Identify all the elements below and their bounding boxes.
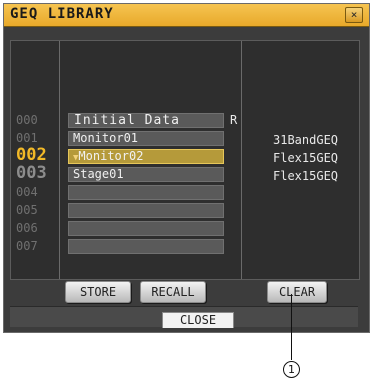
row-number: 003 — [16, 163, 47, 183]
recall-button[interactable]: RECALL — [140, 281, 206, 303]
library-slot-name[interactable] — [68, 239, 224, 254]
slot-name-text: Monitor02 — [78, 149, 144, 163]
library-slot-name[interactable]: Initial Data — [68, 113, 224, 128]
row-number: 004 — [16, 185, 38, 199]
library-slot-name[interactable]: Monitor01 — [68, 131, 224, 146]
column-divider-number — [59, 41, 60, 279]
geq-type-label: 31BandGEQ — [273, 133, 339, 147]
geq-type-label: Flex15GEQ — [273, 169, 339, 183]
clear-button[interactable]: CLEAR — [267, 281, 327, 303]
library-slot-name-selected[interactable]: ▼Monitor02 — [68, 149, 224, 164]
row-number: 005 — [16, 203, 38, 217]
library-slot-name[interactable] — [68, 203, 224, 218]
column-divider-type — [241, 41, 242, 279]
row-number: 001 — [16, 131, 38, 145]
library-slot-name[interactable] — [68, 185, 224, 200]
row-number: 000 — [16, 113, 38, 127]
close-button[interactable]: CLOSE — [162, 312, 234, 328]
close-window-icon[interactable]: × — [345, 7, 363, 23]
callout-leader-line — [291, 294, 292, 360]
library-list-panel: 000 Initial Data R 001 Monitor01 31BandG… — [10, 40, 360, 280]
callout-number-1: 1 — [283, 361, 300, 378]
row-number-current: 002 — [16, 145, 47, 165]
store-button[interactable]: STORE — [65, 281, 131, 303]
row-number: 007 — [16, 239, 38, 253]
library-slot-name[interactable]: Stage01 — [68, 167, 224, 182]
close-bar: CLOSE — [10, 306, 358, 328]
row-number: 006 — [16, 221, 38, 235]
library-slot-name[interactable] — [68, 221, 224, 236]
geq-library-window: GEQ LIBRARY × 000 Initial Data R 001 Mon… — [3, 3, 370, 333]
window-title: GEQ LIBRARY — [10, 6, 114, 22]
geq-type-label: Flex15GEQ — [273, 151, 339, 165]
title-bar: GEQ LIBRARY × — [4, 4, 369, 27]
read-only-mark: R — [230, 113, 238, 127]
